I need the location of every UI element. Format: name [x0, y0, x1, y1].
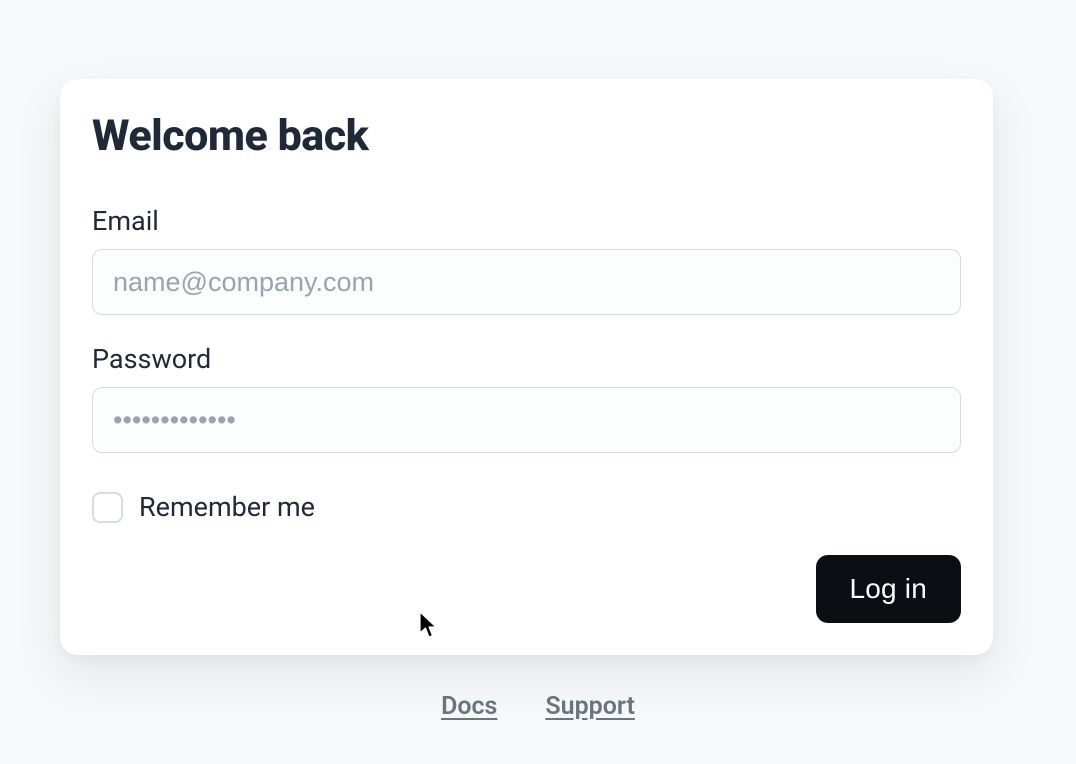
remember-checkbox[interactable]	[92, 492, 123, 523]
docs-link[interactable]: Docs	[441, 692, 497, 721]
password-group: Password	[92, 343, 961, 453]
remember-row: Remember me	[92, 491, 961, 523]
support-link[interactable]: Support	[545, 692, 635, 721]
login-button[interactable]: Log in	[816, 555, 962, 623]
email-group: Email	[92, 205, 961, 315]
password-label: Password	[92, 343, 961, 375]
page-title: Welcome back	[92, 111, 961, 161]
email-label: Email	[92, 205, 961, 237]
email-field[interactable]	[92, 249, 961, 315]
password-field[interactable]	[92, 387, 961, 453]
remember-label[interactable]: Remember me	[139, 491, 315, 523]
footer-links: Docs Support	[0, 692, 1076, 721]
login-card: Welcome back Email Password Remember me …	[60, 79, 993, 655]
actions-row: Log in	[92, 555, 961, 623]
